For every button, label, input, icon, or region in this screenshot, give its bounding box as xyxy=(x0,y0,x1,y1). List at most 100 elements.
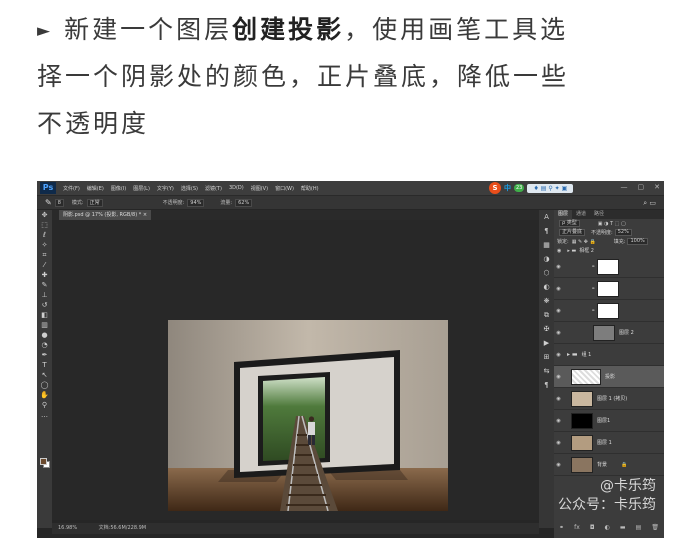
eye-icon[interactable]: ◉ xyxy=(554,396,563,402)
layer-name[interactable]: 图层 2 xyxy=(619,329,634,336)
eye-icon[interactable]: ◉ xyxy=(554,440,563,446)
document-image[interactable] xyxy=(168,320,448,511)
history-brush-icon[interactable]: ↺ xyxy=(37,300,52,310)
panel-opacity-input[interactable]: 52% xyxy=(614,229,632,236)
menu-edit[interactable]: 编辑(E) xyxy=(87,185,104,192)
eye-icon[interactable]: ◉ xyxy=(554,264,563,270)
path-select-icon[interactable]: ↖ xyxy=(37,370,52,380)
shape-tool-icon[interactable]: ◯ xyxy=(37,380,52,390)
layer-mask-thumb[interactable] xyxy=(597,258,620,275)
quick-select-icon[interactable]: ✧ xyxy=(37,240,52,250)
delete-layer-icon[interactable]: 🗑 xyxy=(651,524,659,531)
search-icon[interactable]: ⌕ ▭ xyxy=(643,199,656,208)
menu-type[interactable]: 文字(Y) xyxy=(157,185,174,192)
dodge-tool-icon[interactable]: ◔ xyxy=(37,340,52,350)
fill-input[interactable]: 100% xyxy=(627,238,648,245)
history-panel-icon[interactable]: A xyxy=(539,210,554,224)
eye-icon[interactable]: ◉ xyxy=(557,248,561,254)
group-name[interactable]: 相框 2 xyxy=(579,247,594,254)
layer-filter-select[interactable]: ρ 类型 xyxy=(559,220,580,227)
gradient-tool-icon[interactable]: ▥ xyxy=(37,320,52,330)
document-tab[interactable]: 阴影.psd @ 17% (投影, RGB/8) * × xyxy=(59,210,152,220)
properties-panel-icon[interactable]: ◐ xyxy=(539,280,554,294)
tool-presets-icon[interactable]: ✠ xyxy=(539,322,554,336)
layer-row[interactable]: ◉ ▸ ▬ 组 1 xyxy=(554,344,664,366)
menu-filter[interactable]: 滤镜(T) xyxy=(205,185,222,192)
adjust-panel-icon[interactable]: ◑ xyxy=(539,252,554,266)
layer-row[interactable]: ◉ 图层 2 xyxy=(554,322,664,344)
layer-name[interactable]: 投影 xyxy=(605,373,615,380)
layer-row[interactable]: ◉ 图层 1 (拷贝) xyxy=(554,388,664,410)
zoom-level[interactable]: 16.98% xyxy=(58,525,77,531)
menu-window[interactable]: 窗口(W) xyxy=(275,185,294,192)
minimize-icon[interactable]: — xyxy=(621,183,628,191)
layer-name[interactable]: 背景 xyxy=(597,461,607,468)
healing-tool-icon[interactable]: ✚ xyxy=(37,270,52,280)
stamp-tool-icon[interactable]: ⊥ xyxy=(37,290,52,300)
layer-row[interactable]: ◉ ⚭ xyxy=(554,256,664,278)
brush-panel-icon[interactable]: ❋ xyxy=(539,294,554,308)
eraser-tool-icon[interactable]: ◧ xyxy=(37,310,52,320)
tab-layers[interactable]: 图层 xyxy=(554,210,573,219)
eye-icon[interactable]: ◉ xyxy=(554,462,563,468)
character-panel-icon[interactable]: ¶ xyxy=(539,378,554,392)
add-mask-icon[interactable]: ◘ xyxy=(590,524,595,531)
new-layer-icon[interactable]: ▤ xyxy=(636,524,642,531)
foreground-color-swatch[interactable] xyxy=(40,458,47,465)
layer-mask-thumb[interactable] xyxy=(597,302,620,319)
paragraph-panel-icon[interactable]: ¶ xyxy=(539,224,554,238)
swatches-panel-icon[interactable]: ▦ xyxy=(539,238,554,252)
layer-row[interactable]: ◉ 图层1 xyxy=(554,410,664,432)
maximize-icon[interactable]: ▢ xyxy=(638,183,645,191)
menu-file[interactable]: 文件(F) xyxy=(63,185,80,192)
menu-view[interactable]: 视图(V) xyxy=(251,185,268,192)
eye-icon[interactable]: ◉ xyxy=(554,418,563,424)
mode-select[interactable]: 正常 xyxy=(86,198,103,207)
menu-select[interactable]: 选择(S) xyxy=(181,185,198,192)
layer-row[interactable]: ◉ ⚭ xyxy=(554,278,664,300)
marquee-tool-icon[interactable]: ⬚ xyxy=(37,220,52,230)
flow-input[interactable]: 62% xyxy=(235,198,253,207)
close-icon[interactable]: ✕ xyxy=(654,183,660,191)
layer-name[interactable]: 图层1 xyxy=(597,417,610,424)
eye-icon[interactable]: ◉ xyxy=(554,286,563,292)
layer-row[interactable]: ◉ 背景 🔒 xyxy=(554,454,664,476)
filter-icons[interactable]: ▣ ◑ T ⬚ ▢ xyxy=(598,221,626,227)
layer-row-selected[interactable]: ◉ 投影 xyxy=(554,366,664,388)
adjustment-layer-icon[interactable]: ◐ xyxy=(605,524,610,531)
menu-layer[interactable]: 图层(L) xyxy=(133,185,150,192)
more-tools-icon[interactable]: … xyxy=(37,410,52,420)
fx-icon[interactable]: fx xyxy=(574,524,580,531)
canvas-area[interactable] xyxy=(52,220,539,520)
layer-row[interactable]: ◉ 图层 1 xyxy=(554,432,664,454)
layer-name[interactable]: 图层 1 (拷贝) xyxy=(597,395,627,402)
tab-paths[interactable]: 路径 xyxy=(590,210,608,219)
lock-icons[interactable]: ▦ ✎ ✥ 🔒 xyxy=(572,239,596,245)
eye-icon[interactable]: ◉ xyxy=(554,352,563,358)
eye-icon[interactable]: ◉ xyxy=(554,330,563,336)
3d-panel-icon[interactable]: ⬡ xyxy=(539,266,554,280)
brush-tool-icon[interactable]: ✎ xyxy=(37,280,52,290)
link-layers-icon[interactable]: ⚭ xyxy=(559,524,564,531)
info-panel-icon[interactable]: ⊞ xyxy=(539,350,554,364)
pen-tool-icon[interactable]: ✒ xyxy=(37,350,52,360)
eye-icon[interactable]: ◉ xyxy=(554,374,563,380)
actions-panel-icon[interactable]: ▶ xyxy=(539,336,554,350)
tab-channels[interactable]: 通道 xyxy=(572,210,590,219)
lasso-tool-icon[interactable]: ℓ xyxy=(37,230,52,240)
layer-row[interactable]: ◉ ⚭ xyxy=(554,300,664,322)
eyedropper-icon[interactable]: ⁄ xyxy=(37,260,52,270)
menu-help[interactable]: 帮助(H) xyxy=(301,185,319,192)
eye-icon[interactable]: ◉ xyxy=(554,308,563,314)
crop-tool-icon[interactable]: ⌗ xyxy=(37,250,52,260)
layer-mask-thumb[interactable] xyxy=(597,280,620,297)
sogou-logo[interactable]: S xyxy=(489,182,501,194)
group-row[interactable]: ◉ ▸ ▬ 相框 2 xyxy=(554,246,664,255)
zoom-tool-icon[interactable]: ⚲ xyxy=(37,400,52,410)
opacity-input[interactable]: 94% xyxy=(187,198,205,207)
layer-comps-icon[interactable]: ⇆ xyxy=(539,364,554,378)
move-tool-icon[interactable]: ✥ xyxy=(37,210,52,220)
ime-mode[interactable]: 中 xyxy=(504,183,511,193)
type-tool-icon[interactable]: T xyxy=(37,360,52,370)
blend-mode-select[interactable]: 正片叠底 xyxy=(559,229,586,236)
